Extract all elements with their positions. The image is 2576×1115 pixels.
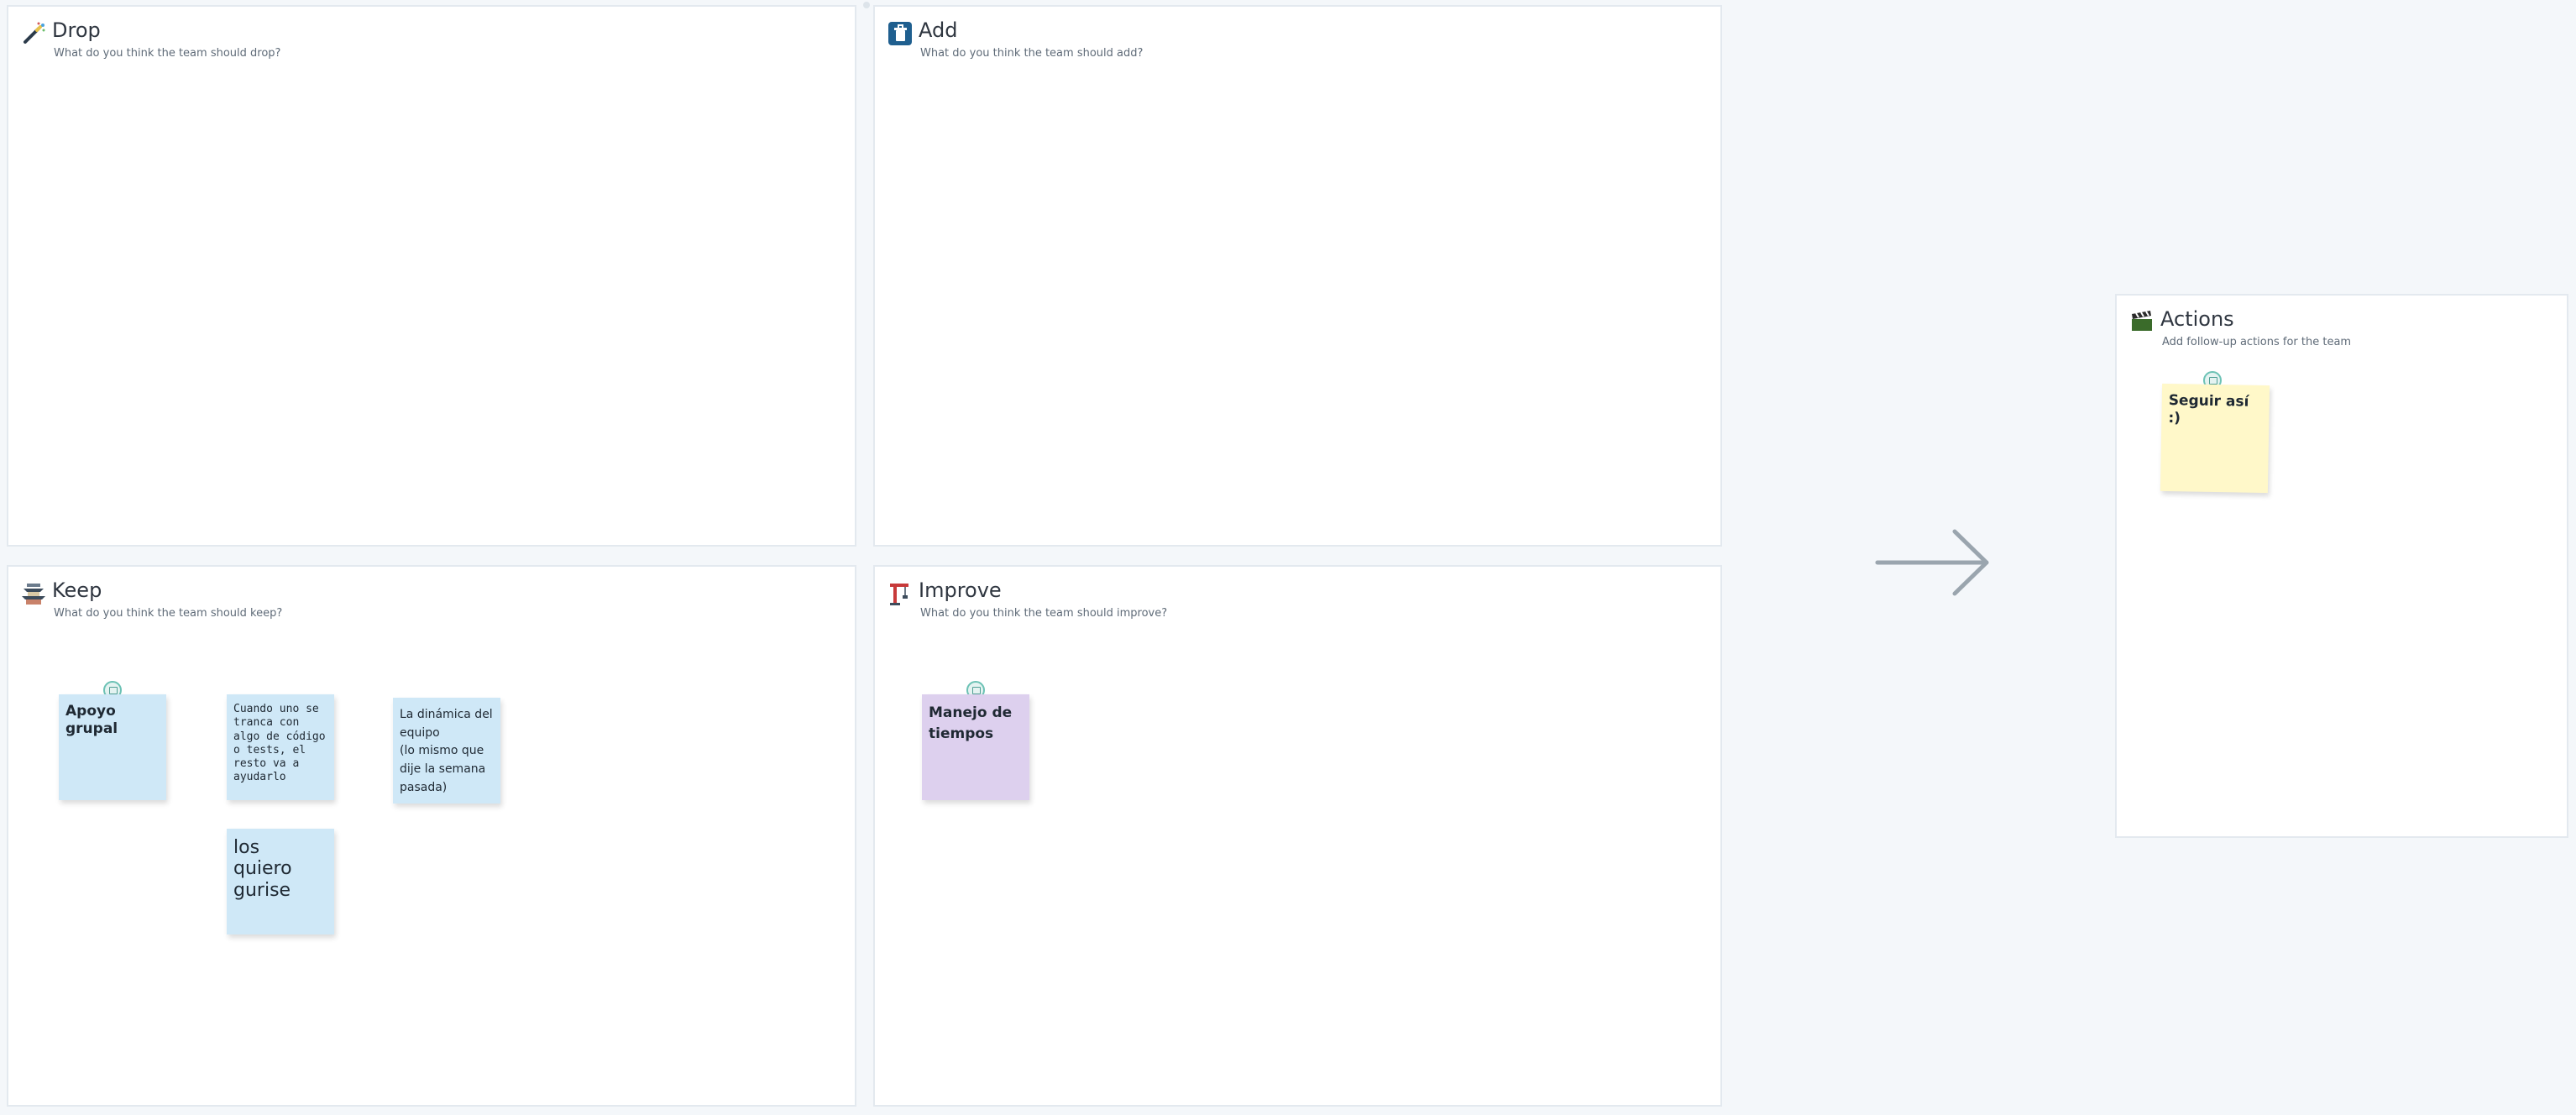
frame-drop[interactable]: Drop What do you think the team should d… [7, 5, 856, 547]
recycle-bin-icon [888, 22, 912, 45]
frame-title: Keep [52, 578, 102, 602]
clapperboard-icon [2132, 311, 2152, 331]
frame-add[interactable]: Add What do you think the team should ad… [873, 5, 1722, 547]
board-resize-handle[interactable] [863, 2, 870, 8]
sticky-note[interactable]: La dinámica del equipo (lo mismo que dij… [393, 698, 500, 804]
frame-title: Improve [919, 578, 1002, 602]
frame-subtitle: What do you think the team should improv… [920, 607, 1168, 620]
frame-keep[interactable]: Keep What do you think the team should k… [7, 565, 856, 1107]
sticky-note[interactable]: Apoyo grupal [59, 694, 166, 800]
sticky-note[interactable]: Cuando uno se tranca con algo de código … [227, 694, 334, 800]
frame-subtitle: What do you think the team should drop? [54, 47, 281, 60]
arrow-right-icon [1875, 529, 1989, 596]
wand-icon [24, 22, 45, 44]
frame-actions[interactable]: Actions Add follow-up actions for the te… [2115, 294, 2568, 838]
frame-subtitle: What do you think the team should keep? [54, 607, 283, 620]
frame-title: Drop [52, 18, 101, 42]
frame-improve[interactable]: Improve What do you think the team shoul… [873, 565, 1722, 1107]
frame-subtitle: Add follow-up actions for the team [2162, 336, 2352, 348]
pagoda-icon [22, 584, 45, 605]
sticky-note[interactable]: Seguir así :) [2160, 383, 2270, 494]
crane-icon [890, 584, 908, 605]
sticky-note[interactable]: Manejo de tiempos [922, 694, 1029, 800]
sticky-note[interactable]: los quiero gurise [227, 829, 334, 934]
frame-title: Actions [2160, 307, 2234, 331]
frame-subtitle: What do you think the team should add? [920, 47, 1144, 60]
frame-title: Add [919, 18, 958, 42]
